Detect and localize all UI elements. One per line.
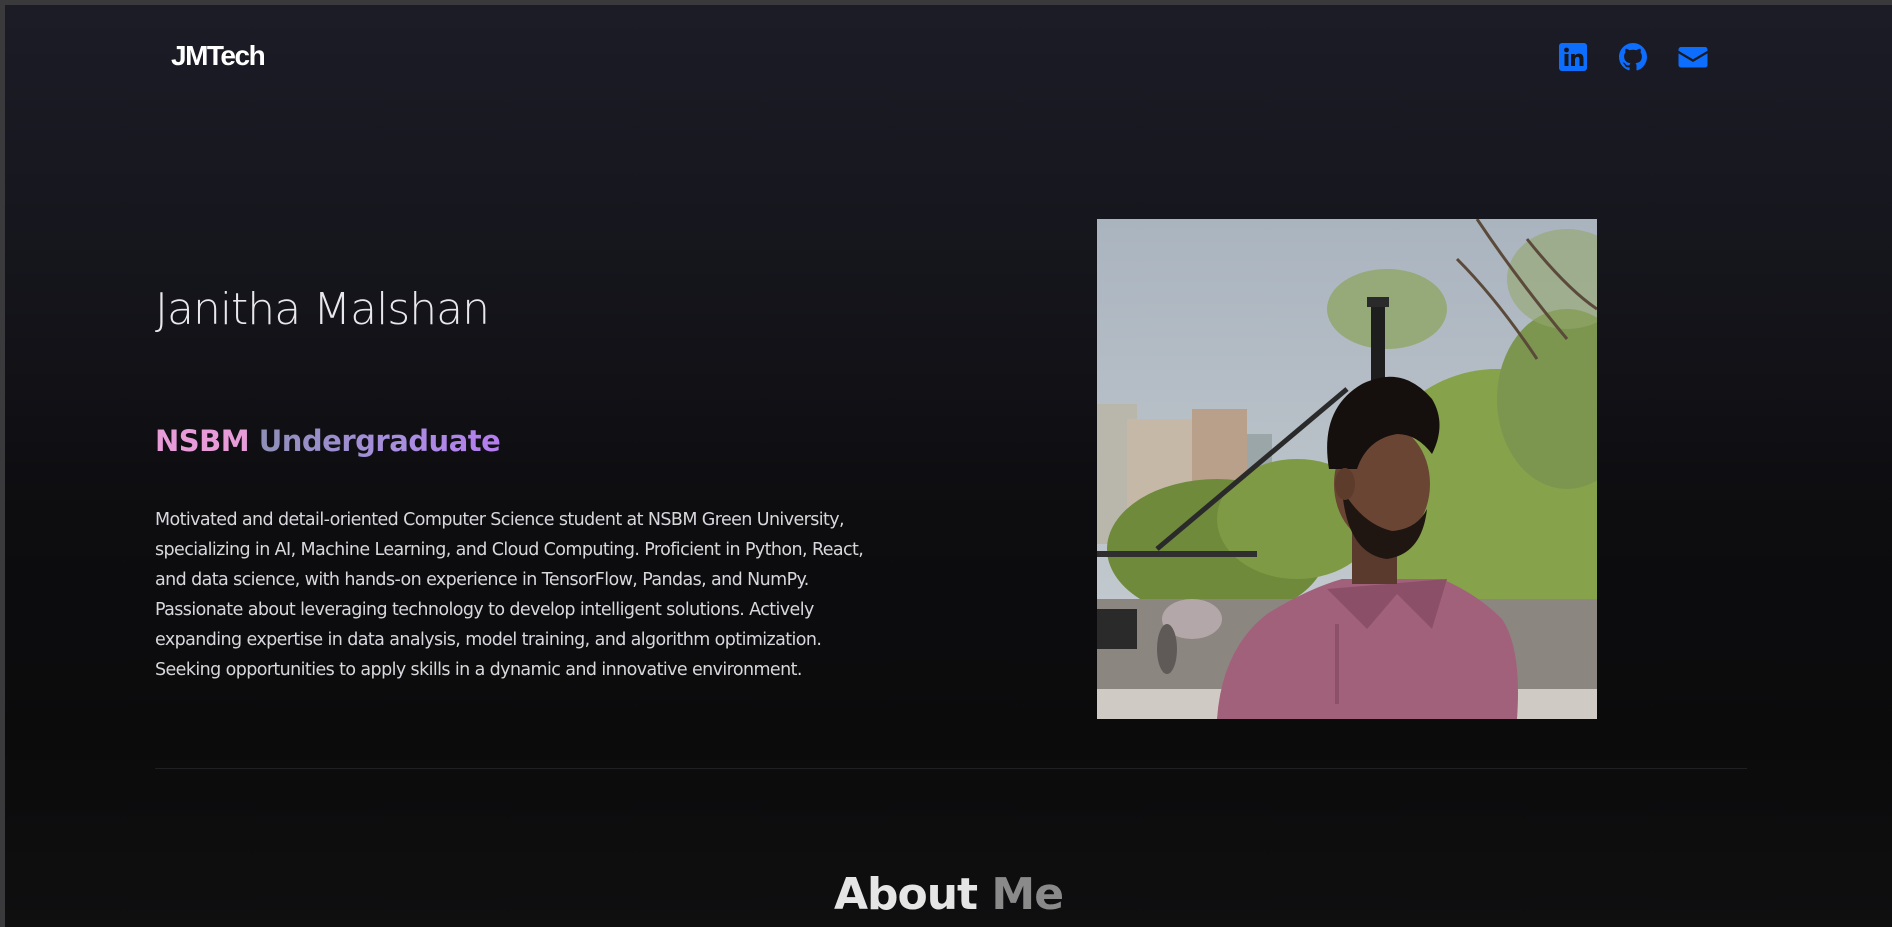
github-icon <box>1619 43 1647 71</box>
about-me-heading: About Me <box>5 873 1892 917</box>
about-heading-word-about: About <box>833 869 978 920</box>
hero-subtitle: NSBM Undergraduate <box>155 424 501 458</box>
section-divider <box>155 768 1747 769</box>
site-logo[interactable]: JMTech <box>171 40 266 72</box>
subtitle-word-nsbm: NSBM <box>155 424 250 458</box>
profile-photo-image <box>1097 219 1597 719</box>
envelope-icon <box>1678 47 1708 68</box>
linkedin-link[interactable] <box>1557 41 1589 73</box>
subtitle-word-undergraduate: Undergraduate <box>258 424 501 458</box>
browser-viewport: JMTech Janitha Malshan NSBM Undergraduat… <box>5 5 1892 927</box>
profile-photo <box>1097 219 1597 719</box>
email-link[interactable] <box>1677 41 1709 73</box>
hero-bio: Motivated and detail-oriented Computer S… <box>155 510 864 680</box>
linkedin-icon <box>1559 43 1587 71</box>
github-link[interactable] <box>1617 41 1649 73</box>
about-heading-word-me: Me <box>991 869 1064 920</box>
top-navbar: JMTech <box>5 5 1892 105</box>
hero-name: Janitha Malshan <box>155 284 490 335</box>
